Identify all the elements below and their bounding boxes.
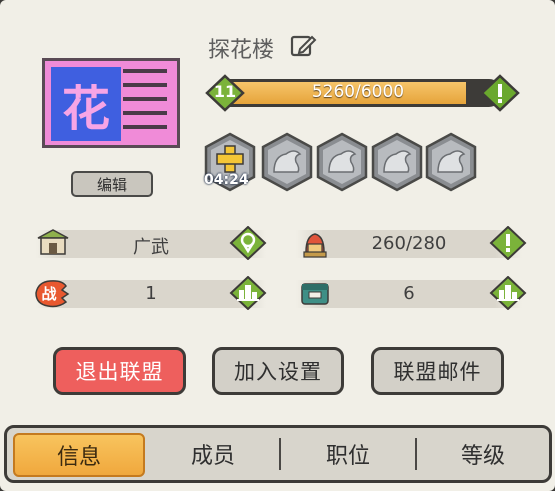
level-number: 11 (213, 82, 237, 101)
dragon-statue-icon (371, 132, 423, 192)
alliance-flag: 花 (42, 58, 180, 148)
flag-stripe (123, 69, 167, 73)
flag-stripe (123, 83, 167, 87)
alert-icon[interactable] (489, 226, 527, 260)
experience-bar: 5260/6000 (213, 79, 503, 107)
battle-icon: 战 (35, 280, 70, 308)
warrior-helmet-icon (303, 233, 327, 258)
flag-stripe (123, 111, 167, 115)
alliance-name: 探花楼 (208, 38, 275, 63)
tab-bar: 信息 成员 职位 等级 (4, 425, 552, 483)
alert-icon[interactable] (480, 74, 520, 112)
slot-timer: 04:24 (204, 172, 249, 188)
flag-stripe (123, 97, 167, 101)
tab-level[interactable]: 等级 (417, 428, 549, 480)
edit-icon[interactable] (290, 33, 318, 59)
chest-icon (301, 283, 329, 305)
alliance-mail-button[interactable]: 联盟邮件 (371, 347, 504, 395)
svg-text:战: 战 (41, 285, 56, 303)
dragon-statue-icon (261, 132, 313, 192)
podium-icon[interactable] (229, 276, 267, 310)
location-pin-icon[interactable] (229, 226, 267, 260)
building-icon (37, 229, 69, 255)
alliance-panel: 花 编辑 探花楼 5260/6000 11 04:24 广武 260/280 1… (0, 0, 555, 491)
tab-positions[interactable]: 职位 (281, 428, 415, 480)
leave-alliance-button[interactable]: 退出联盟 (53, 347, 186, 395)
dragon-statue-icon (425, 132, 477, 192)
join-settings-button[interactable]: 加入设置 (212, 347, 344, 395)
podium-icon[interactable] (489, 276, 527, 310)
flag-stripe (123, 125, 167, 129)
flag-emblem: 花 (51, 67, 121, 141)
tab-info[interactable]: 信息 (13, 433, 145, 477)
tab-members[interactable]: 成员 (147, 428, 279, 480)
edit-flag-button[interactable]: 编辑 (71, 171, 153, 197)
dragon-statue-icon (316, 132, 368, 192)
experience-text: 5260/6000 (311, 82, 405, 102)
